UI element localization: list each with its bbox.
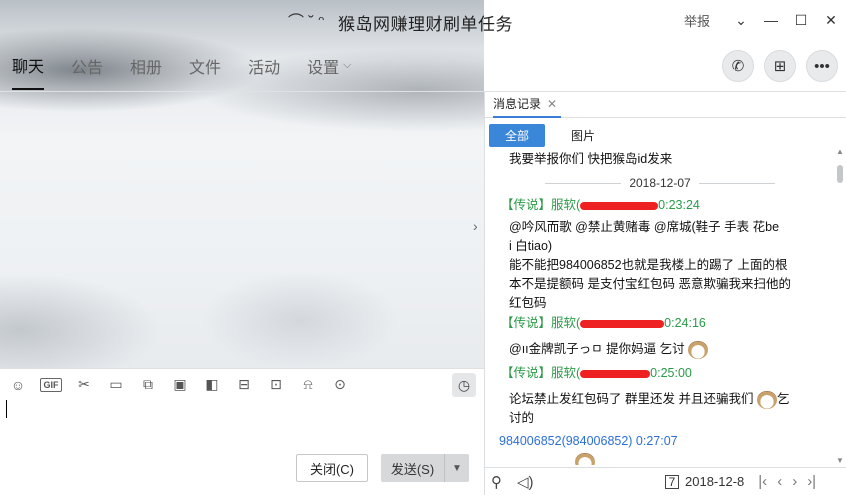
message-meta: 984006852(984006852) 0:27:07 <box>499 434 678 448</box>
list-item: 本不是提额码 是支付宝红包码 恶意欺骗我来扫他的 <box>509 277 791 291</box>
chat-window: ⌒ ˘ ᵔ 猴岛网赚理财刷单任务 举报 ⌄ — ☐ ✕ 聊天 公告 相册 文件 … <box>0 0 846 495</box>
redaction-mark <box>580 201 659 210</box>
close-icon[interactable]: ✕ <box>547 97 557 111</box>
tab-settings[interactable]: 设置 ⌵ <box>307 50 351 90</box>
birds-decoration-icon: ⌒ ˘ ᵔ <box>288 14 325 31</box>
list-item: 论坛禁止发红包码了 群里还发 并且还骗我们 乞 <box>509 390 789 409</box>
calendar-icon[interactable]: 7 <box>665 474 679 489</box>
minimize-icon[interactable]: — <box>756 5 786 35</box>
list-item: 我要举报你们 快把猴岛id发来 <box>509 152 673 166</box>
redaction-mark <box>580 369 651 378</box>
list-item: @ıı金牌凯子っㅁ 提你妈逼 乞讨 <box>509 340 709 359</box>
add-app-icon[interactable]: ⊞ <box>764 50 796 82</box>
list-item: 红包码 <box>509 296 547 310</box>
next-page-icon[interactable]: › <box>792 473 797 490</box>
red-packet-icon[interactable]: ⊡ <box>266 375 286 395</box>
dog-emoji-icon <box>575 452 595 465</box>
filter-images[interactable]: 图片 <box>555 124 611 147</box>
text-caret <box>6 400 7 418</box>
send-label: 发送(S) <box>381 454 445 482</box>
list-item: i 白tiao) <box>509 239 553 253</box>
scroll-down-icon[interactable]: ▼ <box>836 456 844 465</box>
first-page-icon[interactable]: |‹ <box>758 473 767 490</box>
dog-emoji-icon <box>756 390 777 409</box>
chevron-down-icon: ⌵ <box>343 59 352 71</box>
message-meta: 【传说】服软(0:25:00 <box>501 366 692 380</box>
dog-emoji-icon <box>688 340 709 359</box>
main-tabs: 聊天 公告 相册 文件 活动 设置 ⌵ <box>0 50 366 90</box>
send-button[interactable]: 发送(S) ▼ <box>381 454 469 482</box>
list-item: 能不能把984006852也就是我楼上的踢了 上面的根 <box>509 258 788 272</box>
image-icon[interactable]: ▣ <box>170 375 190 395</box>
message-meta: 【传说】服软(0:23:24 <box>501 198 700 212</box>
tab-chat[interactable]: 聊天 <box>12 50 45 90</box>
prev-page-icon[interactable]: ‹ <box>777 473 782 490</box>
last-page-icon[interactable]: ›| <box>807 473 816 490</box>
clock-icon[interactable]: ◷ <box>452 373 476 397</box>
message-meta: 【传说】服软(0:24:16 <box>501 316 706 330</box>
speaker-icon[interactable]: ◁) <box>517 473 539 491</box>
chevron-down-icon[interactable]: ▼ <box>445 454 469 482</box>
search-icon[interactable]: ⚲ <box>491 473 513 491</box>
chevron-down-icon[interactable]: ⌄ <box>726 5 756 35</box>
scrollbar[interactable]: ▲ ▼ <box>835 147 845 465</box>
folder-icon[interactable]: ▭ <box>106 375 126 395</box>
list-item: 讨的 <box>509 411 535 425</box>
window-title: 猴岛网赚理财刷单任务 <box>338 15 513 34</box>
close-button[interactable]: 关闭(C) <box>296 454 368 482</box>
bell-mute-icon[interactable]: ⍾ <box>298 375 318 395</box>
gift-icon[interactable]: ⊟ <box>234 375 254 395</box>
list-item <box>575 452 595 465</box>
tab-album[interactable]: 相册 <box>130 50 162 90</box>
emoji-icon[interactable]: ☺ <box>8 375 28 395</box>
report-button[interactable]: 举报 <box>684 11 710 30</box>
more-tools-icon[interactable]: ⊙ <box>330 375 350 395</box>
scrollbar-thumb[interactable] <box>837 165 843 183</box>
redaction-mark <box>580 319 665 328</box>
tab-announcement[interactable]: 公告 <box>71 50 103 90</box>
history-bottom-bar: ⚲ ◁) 7 2018-12-8 |‹ ‹ › ›| <box>485 467 846 495</box>
list-item: @吟风而歌 @禁止黄赌毒 @席城(鞋子 手表 花be <box>509 220 780 234</box>
maximize-icon[interactable]: ☐ <box>786 5 816 35</box>
tab-activity[interactable]: 活动 <box>248 50 280 90</box>
tab-message-history[interactable]: 消息记录 ✕ <box>493 92 562 118</box>
current-date: 2018-12-8 <box>685 474 745 489</box>
close-icon[interactable]: ✕ <box>816 5 846 35</box>
gif-icon[interactable]: GIF <box>40 377 62 392</box>
message-list: 我要举报你们 快把猴岛id发来 2018-12-07 【传说】服软(0:23:2… <box>485 150 835 465</box>
title-bar: ⌒ ˘ ᵔ 猴岛网赚理财刷单任务 举报 ⌄ — ☐ ✕ <box>0 0 846 40</box>
collapse-panel-icon[interactable]: › <box>473 218 478 234</box>
date-separator: 2018-12-07 <box>545 174 776 193</box>
screen-capture-icon[interactable]: ⧉ <box>138 375 158 395</box>
gamepad-icon[interactable]: ◧ <box>202 375 222 395</box>
filter-all[interactable]: 全部 <box>489 124 546 147</box>
message-history-panel: 消息记录 ✕ 全部 图片 我要举报你们 快把猴岛id发来 2018-12-07 【… <box>485 92 846 495</box>
more-icon[interactable]: ••• <box>806 50 838 82</box>
input-toolbar: ☺ GIF ✂ ▭ ⧉ ▣ ◧ ⊟ ⊡ ⍾ ⊙ ◷ <box>0 368 484 400</box>
scissors-icon[interactable]: ✂ <box>74 375 94 395</box>
tab-files[interactable]: 文件 <box>189 50 221 90</box>
scroll-up-icon[interactable]: ▲ <box>836 147 844 156</box>
phone-icon[interactable]: ✆ <box>722 50 754 82</box>
